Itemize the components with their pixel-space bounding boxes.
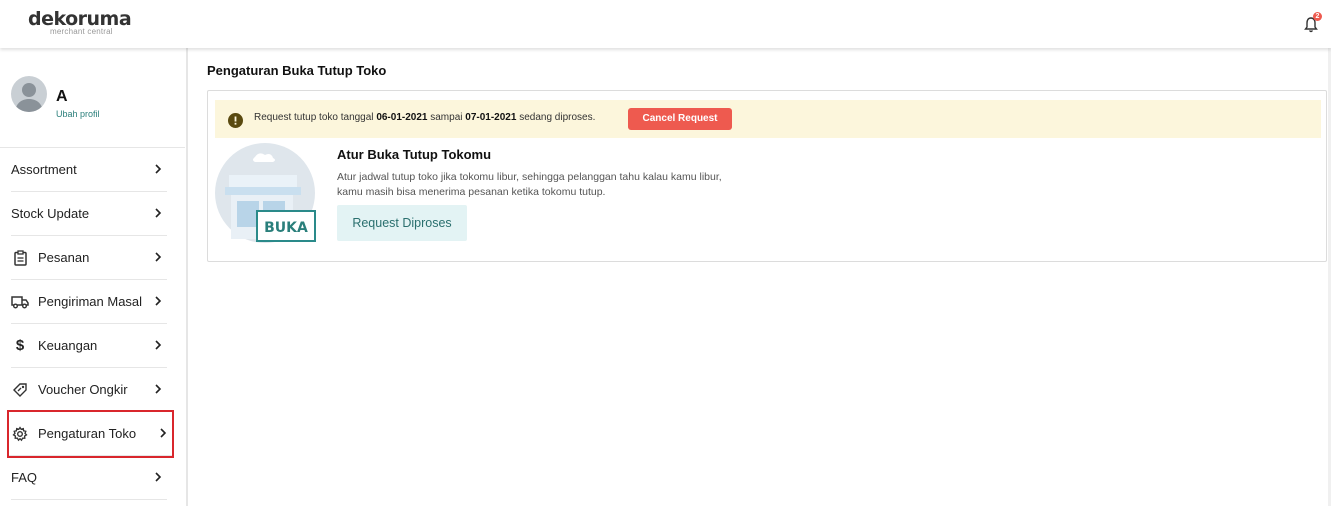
sidebar-item-label: Pengaturan Toko bbox=[38, 426, 137, 441]
chevron-right-icon bbox=[155, 296, 162, 306]
sidebar-item-pengaturan-toko[interactable]: Pengaturan Toko bbox=[7, 410, 174, 458]
sidebar-item-pengiriman-masal[interactable]: Pengiriman Masal bbox=[11, 280, 167, 324]
alert-prefix: Request tutup toko tanggal bbox=[254, 112, 377, 123]
sidebar-item-faq[interactable]: FAQ bbox=[11, 456, 167, 500]
sidebar-item-label: Keuangan bbox=[38, 338, 98, 353]
sidebar-item-assortment[interactable]: Assortment bbox=[11, 148, 167, 192]
chevron-right-icon bbox=[155, 340, 162, 350]
sidebar-item-label: Assortment bbox=[11, 162, 77, 177]
info-desc-line1: Atur jadwal tutup toko jika tokomu libur… bbox=[337, 171, 722, 183]
info-desc-line2: kamu masih bisa menerima pesanan ketika … bbox=[337, 186, 606, 198]
chevron-right-icon bbox=[155, 384, 162, 394]
alert-end-date: 07-01-2021 bbox=[465, 112, 517, 123]
brand-logo[interactable]: dekoruma merchant central bbox=[28, 8, 132, 36]
alert-middle: sampai bbox=[427, 112, 466, 123]
sidebar-item-label: Voucher Ongkir bbox=[38, 382, 128, 397]
chevron-right-icon bbox=[155, 208, 162, 218]
alert-message: Request tutup toko tanggal 06-01-2021 sa… bbox=[254, 112, 595, 123]
alert-suffix: sedang diproses. bbox=[516, 112, 596, 123]
dollar-icon: $ bbox=[15, 337, 25, 354]
alert-start-date: 06-01-2021 bbox=[376, 112, 428, 123]
sidebar-menu: Assortment Stock Update Pesanan Pengirim… bbox=[0, 148, 186, 500]
chevron-right-icon bbox=[160, 428, 167, 438]
truck-icon bbox=[11, 293, 29, 311]
chevron-right-icon bbox=[155, 164, 162, 174]
warning-icon bbox=[228, 113, 243, 128]
brand-subtitle: merchant central bbox=[50, 27, 113, 36]
profile-name: A bbox=[56, 88, 68, 105]
sidebar-item-label: Stock Update bbox=[11, 206, 90, 221]
page-title: Pengaturan Buka Tutup Toko bbox=[207, 63, 387, 78]
info-section: Atur Buka Tutup Tokomu Atur jadwal tutup… bbox=[337, 147, 777, 241]
request-status-button[interactable]: Request Diproses bbox=[337, 205, 467, 241]
clipboard-icon bbox=[11, 249, 29, 267]
info-title: Atur Buka Tutup Tokomu bbox=[337, 147, 492, 162]
cancel-request-button[interactable]: Cancel Request bbox=[628, 108, 732, 130]
sidebar-item-label: FAQ bbox=[11, 470, 38, 485]
notification-bell-icon[interactable]: 2 bbox=[1304, 12, 1322, 33]
voucher-tag-icon bbox=[11, 381, 29, 399]
sidebar: A Ubah profil Assortment Stock Update Pe… bbox=[0, 48, 188, 506]
store-open-illustration: BUKA bbox=[215, 143, 319, 247]
sidebar-item-label: Pesanan bbox=[38, 250, 90, 265]
top-bar: dekoruma merchant central 2 bbox=[0, 0, 1331, 48]
store-hours-card: Request tutup toko tanggal 06-01-2021 sa… bbox=[207, 90, 1327, 262]
sidebar-item-label: Pengiriman Masal bbox=[38, 294, 143, 309]
sidebar-item-keuangan[interactable]: $ Keuangan bbox=[11, 324, 167, 368]
sidebar-item-voucher-ongkir[interactable]: Voucher Ongkir bbox=[11, 368, 167, 412]
edit-profile-link[interactable]: Ubah profil bbox=[56, 109, 100, 119]
buka-sign-text: BUKA bbox=[264, 220, 308, 236]
sidebar-item-pesanan[interactable]: Pesanan bbox=[11, 236, 167, 280]
profile-section: A Ubah profil bbox=[0, 48, 185, 148]
brand-name: dekoruma bbox=[28, 8, 132, 30]
gear-icon bbox=[11, 425, 29, 443]
pending-request-alert: Request tutup toko tanggal 06-01-2021 sa… bbox=[215, 100, 1321, 138]
notification-badge: 2 bbox=[1313, 12, 1322, 21]
sidebar-item-stock-update[interactable]: Stock Update bbox=[11, 192, 167, 236]
info-description: Atur jadwal tutup toko jika tokomu libur… bbox=[337, 170, 777, 200]
main-content: Pengaturan Buka Tutup Toko Request tutup… bbox=[190, 48, 1331, 506]
avatar[interactable] bbox=[11, 76, 47, 112]
chevron-right-icon bbox=[155, 472, 162, 482]
chevron-right-icon bbox=[155, 252, 162, 262]
